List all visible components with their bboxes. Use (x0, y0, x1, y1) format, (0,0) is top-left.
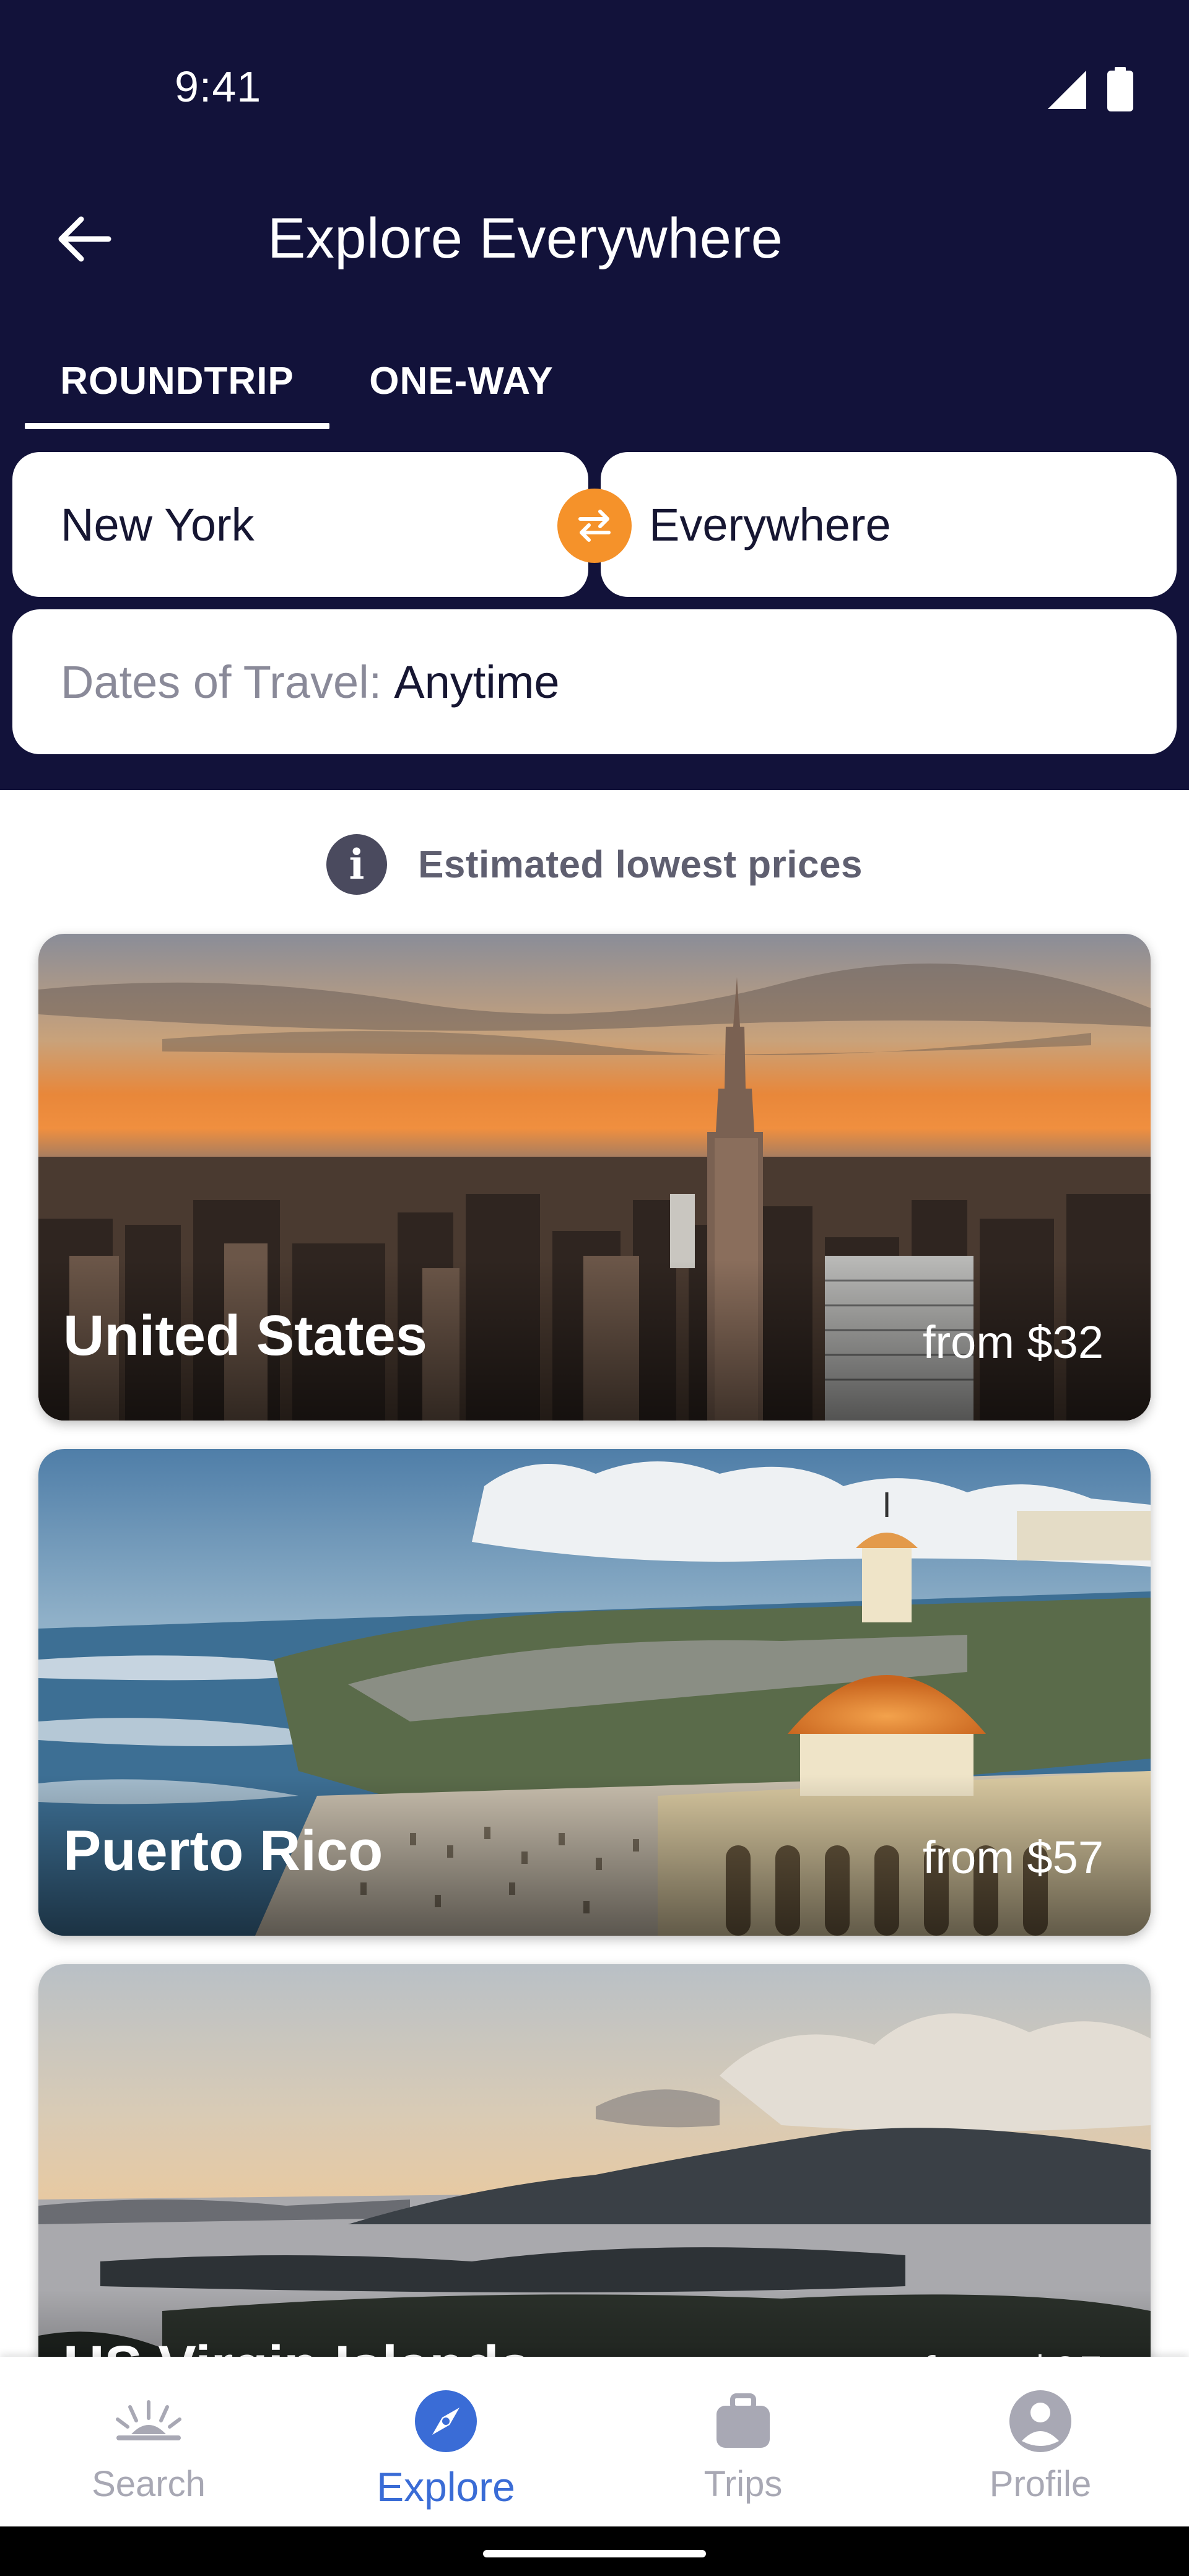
system-gesture-bar (0, 2526, 1189, 2576)
dates-label: Dates of Travel: (61, 656, 382, 708)
bottom-navigation: Search Explore Trips Profile (0, 2357, 1189, 2526)
destination-field[interactable]: Everywhere (601, 452, 1177, 597)
home-gesture-handle[interactable] (483, 2550, 706, 2557)
origin-field[interactable]: New York (12, 452, 588, 597)
destination-price: from $57 (922, 1832, 1104, 1883)
destination-name: Puerto Rico (63, 1819, 383, 1882)
battery-icon (1107, 67, 1133, 111)
destination-name: United States (63, 1304, 427, 1367)
price-notice: i Estimated lowest prices (0, 827, 1189, 902)
swap-locations-button[interactable] (557, 489, 632, 563)
info-icon[interactable]: i (326, 834, 388, 895)
nav-label: Search (92, 2464, 206, 2504)
back-button[interactable] (50, 204, 119, 274)
compass-icon (407, 2383, 484, 2460)
notice-text: Estimated lowest prices (418, 843, 863, 886)
destination-card-us-virgin-islands[interactable]: US Virgin Islands from $35 (38, 1964, 1151, 2357)
destination-card-united-states[interactable]: United States from $32 (38, 934, 1151, 1421)
page-title: Explore Everywhere (268, 207, 783, 270)
nav-item-search[interactable]: Search (0, 2357, 297, 2526)
destination-name: US Virgin Islands (63, 2334, 531, 2357)
cellular-signal-icon (1048, 71, 1086, 109)
origin-value: New York (61, 498, 255, 550)
app-header: Explore Everywhere ROUNDTRIP ONE-WAY New… (0, 149, 1189, 790)
selected-tab-indicator (25, 423, 329, 429)
trip-type-tabs: ROUNDTRIP ONE-WAY (0, 334, 1189, 427)
sunrise-icon (110, 2383, 187, 2460)
destination-price: from $35 (923, 2346, 1104, 2357)
swap-arrows-icon (578, 510, 611, 542)
destinations-list[interactable]: i Estimated lowest prices United States … (0, 790, 1189, 2357)
briefcase-icon (705, 2383, 782, 2460)
tab-one-way[interactable]: ONE-WAY (347, 334, 576, 427)
nav-item-explore[interactable]: Explore (297, 2357, 594, 2526)
nav-item-profile[interactable]: Profile (892, 2357, 1189, 2526)
destination-card-puerto-rico[interactable]: Puerto Rico from $57 (38, 1449, 1151, 1936)
profile-icon (1002, 2383, 1079, 2460)
dates-value: Anytime (394, 656, 560, 708)
nav-item-trips[interactable]: Trips (594, 2357, 892, 2526)
destination-price: from $32 (922, 1316, 1104, 1368)
nav-label: Trips (703, 2464, 783, 2504)
nav-label: Explore (377, 2464, 515, 2510)
arrow-left-icon (58, 216, 111, 262)
destination-value: Everywhere (649, 498, 891, 550)
status-bar: 9:41 (0, 0, 1189, 149)
tab-roundtrip[interactable]: ROUNDTRIP (25, 334, 329, 427)
status-time: 9:41 (175, 63, 262, 111)
nav-label: Profile (989, 2464, 1092, 2504)
dates-field[interactable]: Dates of Travel: Anytime (12, 609, 1177, 754)
